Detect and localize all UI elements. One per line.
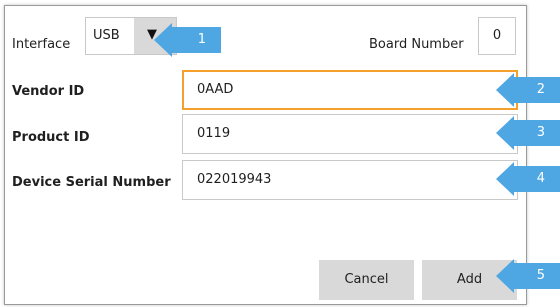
callout-5-number: 5: [536, 268, 545, 283]
dialog-panel: Interface USB ▼ Board Number 0 Vendor ID…: [4, 5, 527, 305]
interface-value: USB: [93, 28, 120, 43]
product-id-value: 0119: [197, 126, 231, 141]
callout-5: 5: [496, 259, 560, 293]
cancel-button[interactable]: Cancel: [319, 260, 414, 300]
callout-2-number: 2: [536, 82, 545, 97]
board-number-label: Board Number: [369, 37, 464, 52]
board-number-value: 0: [492, 28, 502, 43]
product-id-label: Product ID: [12, 130, 90, 145]
serial-number-label: Device Serial Number: [12, 175, 171, 190]
callout-1-number: 1: [197, 32, 206, 47]
board-number-input[interactable]: 0: [478, 17, 516, 55]
callout-4: 4: [496, 162, 560, 196]
serial-number-field[interactable]: 022019943: [182, 160, 518, 200]
vendor-id-value: 0AAD: [197, 82, 234, 97]
interface-label: Interface: [12, 37, 71, 52]
vendor-id-label: Vendor ID: [12, 84, 85, 99]
vendor-id-field[interactable]: 0AAD: [182, 70, 518, 110]
callout-3: 3: [496, 116, 560, 150]
callout-1: 1: [154, 23, 221, 57]
callout-2: 2: [496, 73, 560, 107]
callout-3-number: 3: [536, 125, 545, 140]
callout-4-number: 4: [536, 171, 545, 186]
product-id-field[interactable]: 0119: [182, 114, 518, 154]
serial-number-value: 022019943: [197, 172, 272, 187]
